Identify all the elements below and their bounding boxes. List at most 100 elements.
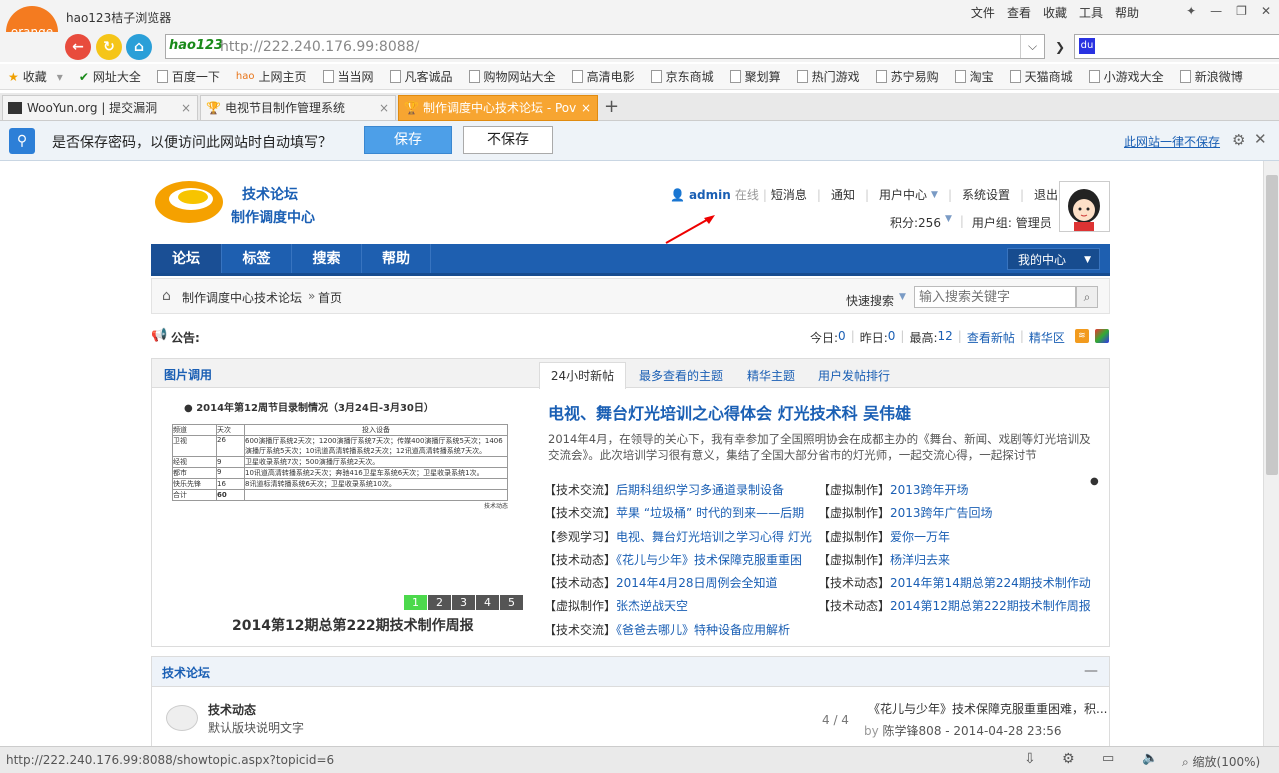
bookmark-item[interactable]: 苏宁易购 bbox=[875, 68, 939, 85]
settings-link[interactable]: 系统设置 bbox=[962, 186, 1010, 203]
bookmark-item[interactable]: 热门游戏 bbox=[796, 68, 860, 85]
bookmark-item[interactable]: 高清电影 bbox=[571, 68, 635, 85]
nav-tags[interactable]: 标签 bbox=[221, 244, 291, 273]
list-item[interactable]: 【虚拟制作】张杰逆战天空 bbox=[544, 595, 814, 618]
board-last-user[interactable]: 陈学锋808 bbox=[883, 724, 942, 738]
user-center-link[interactable]: 用户中心 bbox=[879, 186, 927, 203]
list-item[interactable]: 【虚拟制作】2013跨年开场 bbox=[818, 479, 1103, 502]
close-icon[interactable]: ✕ bbox=[1254, 130, 1267, 148]
tab-close-icon[interactable]: × bbox=[379, 96, 389, 120]
menu-tools[interactable]: 工具 bbox=[1079, 4, 1103, 21]
window-icon[interactable]: ▭ bbox=[1102, 751, 1114, 766]
collapse-icon[interactable]: — bbox=[1084, 663, 1098, 679]
bookmark-item[interactable]: 淘宝 bbox=[954, 68, 994, 85]
bookmark-item[interactable]: 百度一下 bbox=[156, 68, 220, 85]
notify-link[interactable]: 通知 bbox=[831, 186, 855, 203]
scrollbar-thumb[interactable] bbox=[1266, 175, 1278, 475]
view-new-link[interactable]: 查看新帖 bbox=[967, 329, 1015, 346]
close-icon[interactable]: ✕ bbox=[1261, 4, 1271, 18]
list-item[interactable]: 【虚拟制作】爱你一万年 bbox=[818, 526, 1103, 549]
never-save-link[interactable]: 此网站一律不保存 bbox=[1124, 133, 1220, 150]
list-item[interactable]: 【技术动态】2014第12期总第222期技术制作周报 bbox=[818, 595, 1103, 618]
rss-icon[interactable]: ≋ bbox=[1074, 329, 1089, 343]
skin-icon[interactable]: ✦ bbox=[1186, 4, 1196, 18]
slide-page[interactable]: 1 bbox=[404, 595, 427, 610]
tab-most-viewed[interactable]: 最多查看的主题 bbox=[639, 367, 723, 384]
bookmark-item[interactable]: 京东商城 bbox=[650, 68, 714, 85]
messages-link[interactable]: 短消息 bbox=[771, 186, 807, 203]
slide-caption[interactable]: 2014第12期总第222期技术制作周报 bbox=[232, 615, 474, 635]
list-item[interactable]: 【技术交流】后期科组织学习多通道录制设备 bbox=[544, 479, 814, 502]
board-last-title[interactable]: 《花儿与少年》技术保障克服重重困难，积... bbox=[868, 700, 1107, 717]
chevron-down-icon[interactable]: ⌵ bbox=[1020, 35, 1044, 58]
slide-image[interactable]: ● 2014年第12周节目录制情况（3月24日-3月30日） 频道 天次 投入设备 … bbox=[172, 399, 522, 595]
slide-page[interactable]: 4 bbox=[476, 595, 499, 610]
elite-link[interactable]: 精华区 bbox=[1029, 329, 1065, 346]
nav-forum[interactable]: 论坛 bbox=[151, 244, 221, 273]
tab-tv-system[interactable]: 🏆 电视节目制作管理系统 × bbox=[200, 95, 396, 121]
points[interactable]: 积分:256 bbox=[890, 214, 941, 231]
search-input[interactable]: du ⌕ bbox=[1074, 34, 1279, 59]
my-center-button[interactable]: 我的中心 ▼ bbox=[1007, 248, 1100, 270]
tab-wooyun[interactable]: WooYun.org | 提交漏洞 × bbox=[2, 95, 198, 121]
username[interactable]: admin bbox=[689, 188, 731, 202]
nav-search[interactable]: 搜索 bbox=[291, 244, 361, 273]
bookmark-item[interactable]: ✔ 网址大全 bbox=[79, 68, 141, 85]
bookmark-item[interactable]: 小游戏大全 bbox=[1088, 68, 1164, 85]
forum-search-input[interactable] bbox=[914, 286, 1076, 308]
list-item[interactable]: 【技术动态】2014年第14期总第224期技术制作动 bbox=[818, 572, 1103, 595]
bookmark-item[interactable]: 凡客诚品 bbox=[389, 68, 453, 85]
menu-view[interactable]: 查看 bbox=[1007, 4, 1031, 21]
list-item[interactable]: 【技术交流】苹果 “垃圾桶” 时代的到来——后期 bbox=[544, 502, 814, 525]
bookmark-item[interactable]: 当当网 bbox=[322, 68, 374, 85]
logout-link[interactable]: 退出 bbox=[1034, 186, 1058, 203]
gear-icon[interactable]: ⚙ bbox=[1232, 131, 1245, 149]
slide-page[interactable]: 3 bbox=[452, 595, 475, 610]
tab-user-rank[interactable]: 用户发帖排行 bbox=[818, 367, 890, 384]
minimize-icon[interactable]: — bbox=[1210, 4, 1222, 18]
list-item[interactable]: 【参观学习】电视、舞台灯光培训之学习心得 灯光 bbox=[544, 526, 814, 549]
breadcrumb-home[interactable]: 制作调度中心技术论坛 bbox=[182, 289, 302, 306]
speaker-icon[interactable]: 🔈 bbox=[1142, 751, 1158, 766]
bookmark-favorites[interactable]: ★ 收藏 ▾ bbox=[8, 68, 63, 85]
search-icon[interactable]: ⌕ bbox=[1076, 286, 1098, 308]
forum-logo[interactable] bbox=[153, 179, 225, 225]
menu-favorites[interactable]: 收藏 bbox=[1043, 4, 1067, 21]
tab-forum[interactable]: 🏆 制作调度中心技术论坛 - Pov × bbox=[398, 95, 598, 121]
address-text[interactable]: http://222.240.176.99:8088/ bbox=[220, 39, 419, 55]
tab-close-icon[interactable]: × bbox=[181, 96, 191, 120]
address-bar[interactable]: hao123 http://222.240.176.99:8088/ ⌵ bbox=[165, 34, 1045, 59]
quick-search-label[interactable]: 快速搜索 bbox=[846, 292, 894, 309]
refresh-button[interactable]: ↻ bbox=[96, 34, 122, 60]
restore-icon[interactable]: ❐ bbox=[1236, 4, 1247, 18]
slide-page[interactable]: 5 bbox=[500, 595, 523, 610]
list-item[interactable]: 【虚拟制作】2013跨年广告回场 bbox=[818, 502, 1103, 525]
dont-save-button[interactable]: 不保存 bbox=[463, 126, 553, 154]
avatar[interactable] bbox=[1059, 181, 1110, 232]
home-button[interactable]: ⌂ bbox=[126, 34, 152, 60]
new-tab-icon[interactable]: + bbox=[604, 96, 619, 117]
slide-page[interactable]: 2 bbox=[428, 595, 451, 610]
bookmark-item[interactable]: 购物网站大全 bbox=[468, 68, 556, 85]
list-item[interactable]: 【技术动态】2014年4月28日周例会全知道 bbox=[544, 572, 814, 595]
save-password-button[interactable]: 保存 bbox=[364, 126, 452, 154]
menu-file[interactable]: 文件 bbox=[971, 4, 995, 21]
bookmark-item[interactable]: 天猫商城 bbox=[1009, 68, 1073, 85]
go-icon[interactable]: ❯ bbox=[1048, 35, 1072, 59]
page-scrollbar[interactable] bbox=[1263, 161, 1279, 746]
board-name[interactable]: 技术动态 bbox=[208, 701, 256, 718]
tab-24h-new[interactable]: 24小时新帖 bbox=[539, 362, 626, 389]
headline-link[interactable]: 电视、舞台灯光培训之心得体会 灯光技术科 吴伟雄 bbox=[548, 400, 911, 424]
list-item[interactable]: 【技术交流】《爸爸去哪儿》特种设备应用解析 bbox=[544, 619, 814, 642]
bookmark-item[interactable]: 聚划算 bbox=[729, 68, 781, 85]
download-icon[interactable]: ⇩ bbox=[1024, 751, 1036, 767]
bookmark-item[interactable]: hao 上网主页 bbox=[236, 68, 307, 85]
back-button[interactable]: ← bbox=[65, 34, 91, 60]
list-item[interactable]: 【技术动态】《花儿与少年》技术保障克服重重困 bbox=[544, 549, 814, 572]
bookmark-item[interactable]: 新浪微博 bbox=[1179, 68, 1243, 85]
menu-help[interactable]: 帮助 bbox=[1115, 4, 1139, 21]
tab-elite[interactable]: 精华主题 bbox=[747, 367, 795, 384]
gear-icon[interactable]: ⚙ bbox=[1062, 751, 1075, 767]
nav-help[interactable]: 帮助 bbox=[361, 244, 431, 273]
tab-close-icon[interactable]: × bbox=[581, 96, 591, 120]
